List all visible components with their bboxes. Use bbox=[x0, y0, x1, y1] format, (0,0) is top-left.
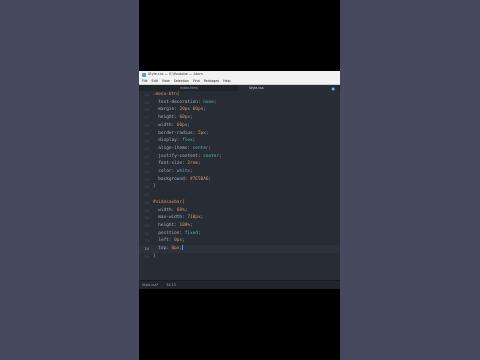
status-file[interactable]: Style.css* bbox=[142, 281, 158, 289]
line-number: 16 bbox=[144, 107, 149, 113]
code-text: width: 60%; bbox=[153, 207, 188, 213]
line-number: 27 bbox=[144, 192, 149, 198]
code-line[interactable]: 31 height: 100%; bbox=[139, 222, 340, 230]
line-number: 14 bbox=[144, 92, 149, 97]
line-number: 32 bbox=[144, 230, 149, 236]
title-bar: Style.css — E:\Youtube — Atom bbox=[139, 71, 340, 78]
code-text: border-radius: 5px; bbox=[153, 130, 209, 136]
code-line[interactable]: 30 max-width: 710px; bbox=[139, 214, 340, 222]
code-line[interactable]: 17 height: 60px; bbox=[139, 114, 340, 122]
code-text: background: #7E5BA6; bbox=[153, 176, 212, 182]
code-editor[interactable]: 14 .menu-btn{ 15 text-decoration: none; 16 … bbox=[139, 91, 340, 281]
line-number: 35 bbox=[144, 253, 149, 259]
code-line[interactable]: 20 display: flex; bbox=[139, 137, 340, 145]
line-number: 29 bbox=[144, 207, 149, 213]
code-line[interactable]: 29 width: 60%; bbox=[139, 207, 340, 215]
code-text: left: 0px; bbox=[153, 238, 185, 244]
code-line[interactable]: 26} bbox=[139, 183, 340, 191]
line-number: 24 bbox=[144, 169, 149, 174]
code-line[interactable]: 24 color: white; bbox=[139, 168, 340, 176]
menu-file[interactable]: File bbox=[142, 78, 148, 84]
code-line[interactable]: 15 text-decoration: none; bbox=[139, 99, 340, 107]
status-cursor-position[interactable]: 34:13 bbox=[166, 281, 176, 289]
code-text: height: 100%; bbox=[153, 222, 193, 228]
tab-label: index.html bbox=[180, 86, 198, 90]
tab-label: Style.css bbox=[249, 86, 264, 90]
status-bar: Style.css* 34:13 bbox=[139, 280, 340, 289]
code-text: margin: 20px 60px; bbox=[153, 107, 206, 113]
line-number: 30 bbox=[144, 215, 149, 221]
menu-edit[interactable]: Edit bbox=[152, 78, 158, 84]
code-line[interactable]: 34 top: 0px; bbox=[139, 245, 340, 253]
code-text: position: fixed; bbox=[153, 230, 201, 236]
code-text: text-decoration: none; bbox=[153, 99, 217, 105]
line-number: 34 bbox=[144, 246, 149, 251]
code-line[interactable]: 19 border-radius: 5px; bbox=[139, 130, 340, 138]
code-line[interactable]: 23 font-size: 2rem; bbox=[139, 160, 340, 168]
line-number: 33 bbox=[144, 238, 149, 244]
code-line[interactable]: 21 align-items: center; bbox=[139, 145, 340, 153]
line-number: 18 bbox=[144, 122, 149, 128]
menu-view[interactable]: View bbox=[162, 78, 170, 84]
code-text: max-width: 710px; bbox=[153, 215, 204, 221]
code-text: #sidesavbar{ bbox=[153, 199, 185, 205]
code-text: } bbox=[153, 253, 156, 259]
code-text: width: 60px; bbox=[153, 122, 191, 128]
code-line[interactable]: 25 background: #7E5BA6; bbox=[139, 176, 340, 184]
code-line[interactable]: 18 width: 60px; bbox=[139, 122, 340, 130]
code-line[interactable]: 14 .menu-btn{ bbox=[139, 91, 340, 99]
code-text: top: 0px; bbox=[153, 245, 183, 251]
code-text: display: flex; bbox=[153, 138, 196, 144]
code-line[interactable]: 35} bbox=[139, 253, 340, 261]
line-number: 23 bbox=[144, 161, 149, 167]
code-text: align-items: center; bbox=[153, 145, 212, 151]
menu-find[interactable]: Find bbox=[193, 78, 200, 84]
code-line[interactable]: 33 left: 0px; bbox=[139, 237, 340, 245]
line-number: 17 bbox=[144, 115, 149, 121]
menu-packages[interactable]: Packages bbox=[204, 78, 219, 84]
line-number: 22 bbox=[144, 153, 149, 159]
line-number: 26 bbox=[144, 184, 149, 190]
menu-help[interactable]: Help bbox=[223, 78, 231, 84]
code-text: justify-content: center; bbox=[153, 153, 222, 159]
code-text: font-size: 2rem; bbox=[153, 161, 201, 167]
menu-bar: File Edit View Selection Find Packages H… bbox=[139, 78, 340, 85]
code-text: color: white; bbox=[153, 169, 193, 174]
code-line[interactable]: 28 #sidesavbar{ bbox=[139, 199, 340, 207]
code-line[interactable]: 27 bbox=[139, 191, 340, 199]
code-line[interactable]: 16 margin: 20px 60px; bbox=[139, 106, 340, 114]
text-cursor bbox=[182, 245, 183, 250]
line-number: 28 bbox=[144, 199, 149, 205]
code-text: } bbox=[153, 184, 156, 190]
code-line[interactable]: 22 justify-content: center; bbox=[139, 153, 340, 161]
line-number: 31 bbox=[144, 222, 149, 228]
code-text: height: 60px; bbox=[153, 115, 193, 121]
atom-editor-window: Style.css — E:\Youtube — Atom File Edit … bbox=[139, 71, 340, 289]
code-line[interactable]: 32 position: fixed; bbox=[139, 230, 340, 238]
line-number: 21 bbox=[144, 145, 149, 151]
line-number: 19 bbox=[144, 130, 149, 136]
window-title: Style.css — E:\Youtube — Atom bbox=[148, 72, 203, 76]
atom-app-icon bbox=[142, 72, 146, 77]
line-number: 15 bbox=[144, 99, 149, 105]
code-text: .menu-btn{ bbox=[153, 92, 180, 97]
menu-selection[interactable]: Selection bbox=[174, 78, 189, 84]
line-number: 25 bbox=[144, 176, 149, 182]
line-number: 20 bbox=[144, 138, 149, 144]
